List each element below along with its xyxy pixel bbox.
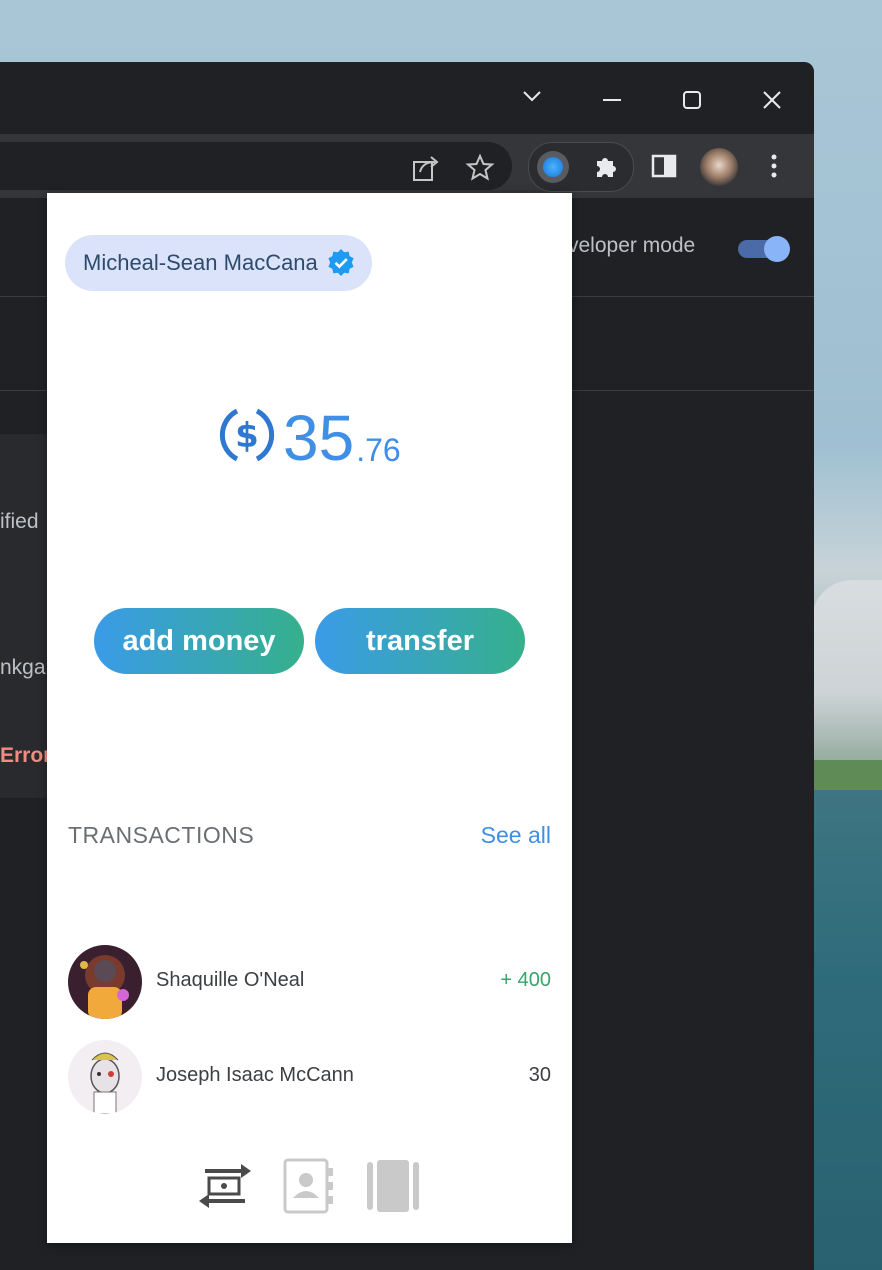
desktop-hill (812, 580, 882, 770)
transaction-row[interactable]: Shaquille O'Neal + 400 (68, 945, 551, 1019)
avatar (68, 1040, 142, 1114)
contacts-icon[interactable] (281, 1158, 337, 1214)
bookmark-star-icon[interactable] (462, 150, 498, 186)
transaction-name: Shaquille O'Neal (156, 969, 305, 991)
transaction-amount: + 400 (500, 969, 551, 991)
transaction-name: Joseph Isaac McCann (156, 1064, 354, 1086)
balance-display: $ 35 .76 (215, 403, 401, 473)
extension-pill (528, 142, 634, 192)
close-icon[interactable] (752, 76, 792, 116)
maximize-icon[interactable] (672, 76, 712, 116)
usdc-icon: $ (215, 403, 279, 467)
kebab-menu-icon[interactable] (762, 150, 786, 182)
wallet-popup: Micheal-Sean MacCana $ 35 .76 add money … (47, 193, 572, 1243)
bottom-nav (47, 1158, 572, 1218)
developer-mode-label: veloper mode (568, 234, 696, 257)
balance-decimal: .76 (356, 432, 401, 468)
tab-search-icon[interactable] (512, 76, 552, 116)
desktop-lake (812, 790, 882, 1270)
wallet-extension-icon[interactable] (537, 151, 569, 183)
puzzle-icon[interactable] (589, 151, 621, 183)
balance-integer: 35 (283, 402, 355, 474)
share-icon[interactable] (408, 150, 444, 186)
minimize-icon[interactable] (592, 76, 632, 116)
transfer-icon[interactable] (197, 1158, 253, 1214)
transactions-heading: TRANSACTIONS (68, 822, 255, 848)
transaction-amount: 30 (528, 1064, 551, 1086)
errors-button[interactable]: Error (0, 744, 51, 768)
user-name: Micheal-Sean MacCana (83, 250, 318, 275)
svg-text:$: $ (235, 416, 259, 456)
side-panel-icon[interactable] (648, 150, 680, 182)
transfer-button[interactable]: transfer (315, 608, 525, 674)
title-bar (0, 62, 814, 134)
add-money-button[interactable]: add money (94, 608, 304, 674)
user-badge[interactable]: Micheal-Sean MacCana (65, 235, 372, 291)
address-bar[interactable] (0, 142, 512, 190)
profile-avatar[interactable] (700, 148, 738, 186)
transaction-row[interactable]: Joseph Isaac McCann 30 (68, 1040, 551, 1114)
text-fragment: ified (0, 510, 39, 533)
text-fragment: nkga (0, 656, 46, 679)
avatar (68, 945, 142, 1019)
desktop-grass (812, 760, 882, 790)
developer-mode-toggle[interactable] (738, 236, 792, 262)
toggle-knob (764, 236, 790, 262)
cards-icon[interactable] (365, 1158, 421, 1214)
browser-toolbar (0, 134, 814, 198)
see-all-link[interactable]: See all (481, 822, 551, 849)
verified-badge-icon (326, 248, 356, 278)
